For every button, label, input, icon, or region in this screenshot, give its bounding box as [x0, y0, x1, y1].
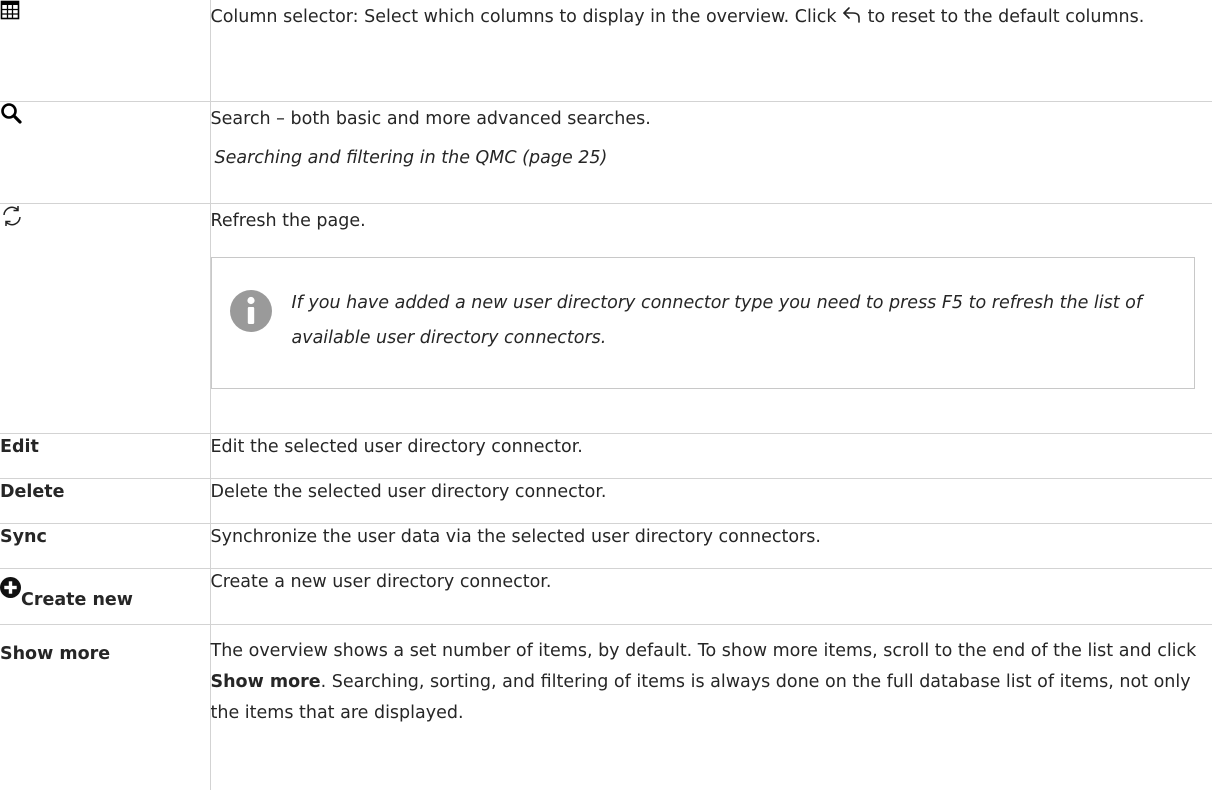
icon-cell [0, 100, 211, 204]
table-row: Show more The overview shows a set numbe… [0, 623, 1212, 790]
edit-description: Edit the selected user directory connect… [210, 436, 583, 457]
search-link[interactable]: Searching and filtering in the QMC (page… [211, 148, 1212, 168]
reference-table: Column selector: Select which columns to… [0, 0, 1212, 790]
column-selector-description: Column selector: Select which columns to… [211, 0, 1212, 37]
description-cell: Create a new user directory connector. [209, 567, 1212, 625]
undo-arrow-icon [842, 2, 862, 37]
delete-label: Delete [0, 481, 65, 502]
show-more-description: The overview shows a set number of items… [210, 640, 1197, 723]
note-box: If you have added a new user directory c… [210, 256, 1195, 389]
create-new-label: Create new [21, 589, 133, 610]
description-cell: Edit the selected user directory connect… [209, 432, 1212, 479]
create-new-description: Create a new user directory connector. [210, 571, 552, 592]
description-cell: Delete the selected user directory conne… [209, 477, 1212, 524]
table-row: Search – both basic and more advanced se… [0, 100, 1212, 204]
table-row: Sync Synchronize the user data via the s… [0, 522, 1212, 569]
description-cell: Synchronize the user data via the select… [209, 522, 1212, 569]
table-row: Refresh the page. If you have added a ne… [0, 202, 1212, 434]
table-row: Create new Create a new user directory c… [0, 567, 1212, 625]
description-cell: Search – both basic and more advanced se… [209, 100, 1212, 204]
label-cell: Create new [0, 567, 211, 625]
label-cell: Sync [0, 522, 211, 569]
icon-cell [0, 202, 211, 434]
note-text: If you have added a new user directory c… [291, 292, 1143, 348]
edit-label: Edit [0, 436, 39, 457]
description-cell: The overview shows a set number of items… [209, 623, 1212, 790]
create-new-label-group: Create new [0, 576, 210, 610]
label-cell: Delete [0, 477, 211, 524]
refresh-icon [0, 205, 24, 232]
table-icon [0, 0, 20, 24]
label-cell: Show more [0, 623, 211, 790]
plus-circle-icon [0, 576, 21, 602]
label-cell: Edit [0, 432, 211, 479]
show-more-label: Show more [0, 643, 111, 664]
search-icon [0, 102, 22, 128]
show-more-inline-bold: Show more [210, 671, 321, 692]
icon-cell [0, 0, 211, 102]
search-description: Search – both basic and more advanced se… [210, 108, 651, 129]
table-row: Column selector: Select which columns to… [0, 0, 1212, 102]
table-row: Delete Delete the selected user director… [0, 477, 1212, 524]
table-row: Edit Edit the selected user directory co… [0, 432, 1212, 479]
description-cell: Column selector: Select which columns to… [209, 0, 1212, 102]
refresh-description: Refresh the page. [210, 210, 366, 231]
info-icon [229, 289, 273, 337]
sync-label: Sync [0, 526, 47, 547]
delete-description: Delete the selected user directory conne… [210, 481, 607, 502]
description-cell: Refresh the page. If you have added a ne… [209, 202, 1212, 434]
sync-description: Synchronize the user data via the select… [210, 526, 821, 547]
